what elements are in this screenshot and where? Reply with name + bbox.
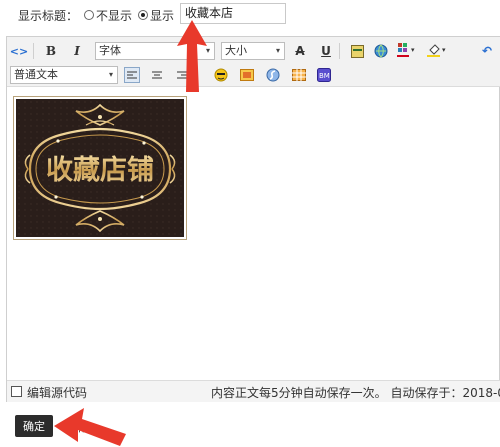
svg-text:▾: ▾ <box>442 46 446 54</box>
font-family-value: 字体 <box>99 44 121 57</box>
chevron-down-icon: ▾ <box>108 70 113 79</box>
toolbar-separator <box>339 43 340 59</box>
editor-toolbar: <> B I 字体 ▾ 大小 ▾ A U ▾ ▾ ↶ 普通文本 ▾ BM <box>7 37 500 87</box>
collect-shop-emblem: 收藏店铺 <box>16 99 184 237</box>
collect-shop-text: 收藏店铺 <box>46 155 154 186</box>
toolbar-separator <box>33 43 34 59</box>
svg-text:▾: ▾ <box>411 46 415 54</box>
editor-status-bar: 编辑源代码 内容正文每5分钟自动保存一次。 自动保存于：2018-0 <box>7 380 500 402</box>
edit-source-checkbox[interactable] <box>11 386 22 397</box>
paragraph-format-select[interactable]: 普通文本 ▾ <box>10 66 118 84</box>
italic-button[interactable]: I <box>69 43 85 59</box>
svg-text:BM: BM <box>319 72 330 80</box>
undo-icon[interactable]: ↶ <box>479 43 495 59</box>
radio-hide-option[interactable]: 不显示 <box>84 7 132 24</box>
title-display-row: 显示标题： 不显示 显示 <box>18 6 174 24</box>
source-toggle-icon[interactable]: <> <box>10 43 28 59</box>
radio-show-label[interactable]: 显示 <box>150 7 174 24</box>
shop-collect-banner-image[interactable]: 收藏店铺 <box>13 96 187 240</box>
emoticon-icon[interactable] <box>213 67 229 83</box>
confirm-button[interactable]: 确定 <box>15 415 53 437</box>
annotation-arrow-up-icon <box>177 20 207 92</box>
font-size-value: 大小 <box>225 44 247 57</box>
font-size-select[interactable]: 大小 ▾ <box>221 42 285 60</box>
bold-button[interactable]: B <box>43 43 59 59</box>
globe-link-icon[interactable] <box>373 43 389 59</box>
underline-button[interactable]: U <box>318 43 334 59</box>
image-insert-icon[interactable] <box>239 67 255 83</box>
align-left-icon[interactable] <box>124 67 140 83</box>
chevron-down-icon: ▾ <box>275 46 280 55</box>
edit-source-label[interactable]: 编辑源代码 <box>27 384 87 401</box>
bm-anchor-icon[interactable]: BM <box>316 67 332 83</box>
radio-hide-circle[interactable] <box>84 10 95 20</box>
autosave-status-text: 内容正文每5分钟自动保存一次。 自动保存于：2018-0 <box>211 386 500 400</box>
table-insert-icon[interactable] <box>291 67 307 83</box>
radio-show-circle[interactable] <box>138 10 149 20</box>
annotation-arrow-left-icon <box>54 408 126 446</box>
background-color-picker-icon[interactable]: ▾ <box>425 42 451 58</box>
radio-hide-label[interactable]: 不显示 <box>96 7 132 24</box>
highlight-block-icon[interactable] <box>349 43 365 59</box>
paragraph-format-value: 普通文本 <box>14 68 58 81</box>
title-display-label: 显示标题： <box>18 8 79 23</box>
radio-show-option[interactable]: 显示 <box>138 7 174 24</box>
text-color-picker-icon[interactable]: ▾ <box>395 42 421 58</box>
flash-media-icon[interactable] <box>265 67 281 83</box>
strikethrough-button[interactable]: A <box>292 43 308 59</box>
align-center-icon[interactable] <box>149 67 165 83</box>
